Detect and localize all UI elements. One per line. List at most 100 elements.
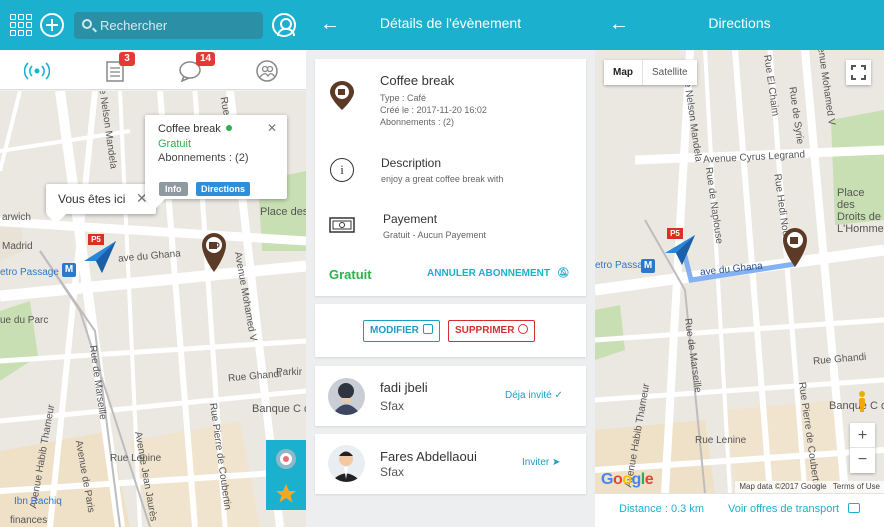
event-details-panel: ← Détails de l'évènement Coffee break Ty… [306,0,595,527]
you-are-here-text: Vous êtes ici [58,192,126,206]
zoom-in-button[interactable]: + [850,423,875,448]
actions-card: MODIFIER SUPPRIMER [315,304,586,357]
cancel-subscription-button[interactable]: ANNULER ABONNEMENT 🔕︎ [427,268,569,279]
map-label: arwich [2,212,31,223]
map-attribution: Map data ©2017 Google Terms of Use [735,481,884,493]
transport-link[interactable]: Voir offres de transport [728,503,861,515]
coffee-pin-icon[interactable] [200,231,228,273]
avatar [328,445,365,482]
top-bar [0,0,306,50]
fullscreen-icon[interactable] [846,60,871,85]
person-name: fadi jbeli [380,380,428,395]
close-icon[interactable]: ✕ [267,121,277,135]
popup-subscriptions: Abonnements : (2) [158,152,249,164]
description-label: Description [381,156,442,170]
popup-event-title: Coffee break [158,123,232,135]
event-subscriptions: Abonnements : (2) [380,117,455,127]
person-name: Fares Abdellaoui [380,449,477,464]
bus-icon [848,503,861,513]
event-popup: Coffee break ✕ Gratuit Abonnements : (2)… [145,115,287,209]
apps-grid-icon[interactable] [10,14,32,36]
directions-footer: Distance : 0.3 km Voir offres de transpo… [595,493,884,527]
tab-messages[interactable]: 14 [178,52,216,83]
minus-circle-icon [518,324,529,334]
map-label: finances [10,515,48,526]
person-city: Sfax [380,399,405,413]
map-label: Rue Lenine [695,435,747,446]
map-type-control: Map Satellite [604,60,697,85]
price-badge: Gratuit [329,267,372,282]
metro-icon: M [62,263,76,277]
event-type: Type : Café [380,93,427,103]
events-badge: 3 [119,52,135,66]
distance-text: Distance : 0.3 km [619,503,704,515]
popup-price: Gratuit [158,138,192,150]
search-box [74,12,263,39]
info-button[interactable]: Info [159,182,188,196]
target-icon[interactable] [276,449,296,469]
person-card: Fares Abdellaoui Sfax Inviter ➤ [315,434,586,494]
payment-label: Payement [383,212,438,226]
star-icon[interactable] [275,483,297,503]
tab-bar: 3 14 [0,50,306,90]
person-card: fadi jbeli Sfax Déja invité ✓ [315,366,586,426]
search-input[interactable] [100,16,255,35]
modify-button[interactable]: MODIFIER [363,320,440,342]
map-type-satellite[interactable]: Satellite [642,60,697,85]
street-view-pegman-icon[interactable] [850,389,875,414]
edit-icon [422,324,433,334]
map-label: etro Passage [0,267,59,278]
map-label: Place des Droits de L'Homme [260,206,306,218]
payment-text: Gratuit - Aucun Payement [383,230,487,240]
floating-actions [266,440,306,510]
user-location-icon [665,235,695,265]
page-title: Directions [708,15,771,31]
map-view[interactable]: Rue Nelson Mandela Rue Ibn Khaldoun Aven… [0,91,306,527]
user-location-icon [84,241,116,273]
event-info-card: Coffee break Type : Café Créé le : 2017-… [315,59,586,296]
map-label: Place des Droits de L'Homme [837,187,884,235]
map-panel: 3 14 [0,0,306,527]
add-event-icon[interactable] [40,13,64,37]
status-dot [225,125,232,131]
profile-icon[interactable] [272,13,296,37]
tab-events[interactable]: 3 [103,52,135,82]
messages-badge: 14 [196,52,216,66]
map-label: Ibn Rachiq [14,496,62,507]
directions-map[interactable]: Rue Nelson Mandela Rue El Chaim Rue de S… [595,50,884,493]
avatar [328,378,365,415]
top-bar: ← Directions [595,0,884,50]
check-icon: ✓ [554,390,563,401]
money-icon [329,217,355,233]
send-icon: ➤ [552,457,561,468]
search-icon [82,19,92,29]
google-logo: Google [601,471,654,488]
directions-button[interactable]: Directions [196,182,251,196]
info-icon: i [330,158,354,182]
contacts-icon [256,60,278,82]
top-bar: ← Détails de l'évènement [306,0,595,50]
zoom-out-button[interactable]: − [850,448,875,473]
bell-off-icon: 🔕︎ [556,268,570,279]
delete-button[interactable]: SUPPRIMER [448,320,536,342]
map-label: Banque C de Tunisie [252,403,306,415]
map-label: Madrid [2,241,33,252]
coffee-pin-icon [330,81,354,110]
tab-nearby[interactable] [23,60,51,82]
event-created: Créé le : 2017-11-20 16:02 [380,105,487,115]
tab-contacts[interactable] [255,60,281,82]
page-title: Détails de l'évènement [379,15,522,31]
event-name: Coffee break [380,73,455,88]
metro-icon: M [641,259,655,273]
invite-button[interactable]: Inviter ➤ [522,457,560,468]
terms-link[interactable]: Terms of Use [833,482,880,491]
broadcast-icon [23,62,51,80]
person-city: Sfax [380,465,405,479]
directions-panel: ← Directions Rue Nelson Mandela Rue El C… [595,0,884,527]
map-label: Rue Lenine [110,453,162,464]
description-text: enjoy a great coffee break with [381,174,504,184]
coffee-pin-icon[interactable] [781,226,809,268]
map-label: ue du Parc [0,315,49,326]
map-type-map[interactable]: Map [604,60,642,85]
map-label: Parkir [276,367,303,378]
